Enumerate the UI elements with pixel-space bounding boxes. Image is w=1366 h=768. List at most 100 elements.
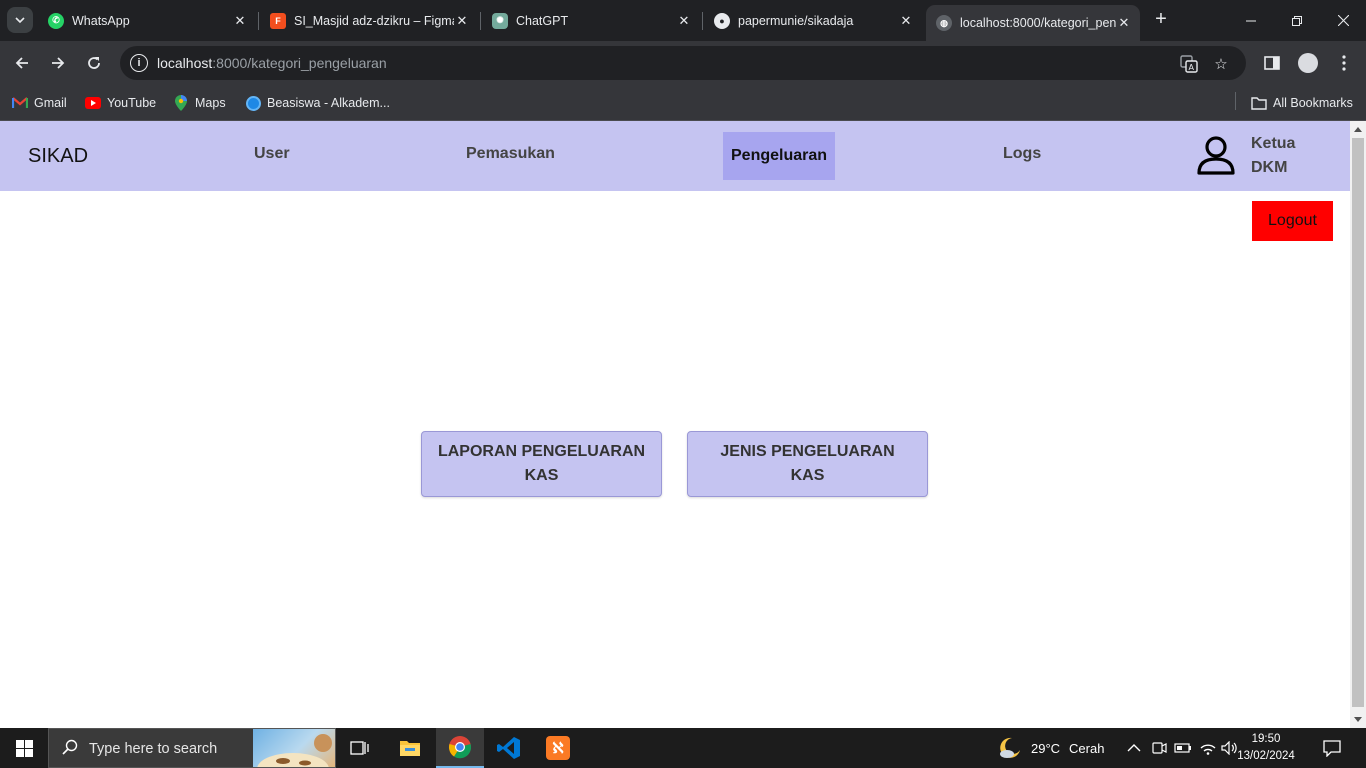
meet-now-icon[interactable] (1151, 728, 1167, 768)
svg-text:A: A (1189, 63, 1195, 72)
page-scrollbar[interactable] (1350, 121, 1366, 728)
scroll-up-arrow-icon[interactable] (1354, 127, 1362, 132)
xampp-app-icon[interactable]: ℵ (534, 728, 582, 768)
side-panel-icon[interactable] (1261, 52, 1283, 74)
tab-divider (258, 12, 259, 30)
button-label-line1: JENIS PENGELUARAN (720, 443, 895, 460)
youtube-icon (85, 95, 101, 111)
address-url[interactable]: localhost:8000/kategori_pengeluaran (157, 55, 387, 71)
minimize-icon[interactable] (1228, 0, 1274, 41)
site-info-icon[interactable]: i (130, 54, 148, 72)
show-hidden-icons-chevron-icon[interactable] (1127, 728, 1141, 768)
clock-date: 13/02/2024 (1237, 750, 1295, 762)
all-bookmarks-label: All Bookmarks (1273, 96, 1353, 110)
taskbar-search-box[interactable]: Type here to search (48, 728, 336, 768)
scroll-down-arrow-icon[interactable] (1354, 717, 1362, 722)
bookmark-label: Gmail (34, 96, 67, 110)
app-navbar: SIKAD User Pemasukan Pengeluaran Logs Ke… (0, 121, 1350, 191)
bookmark-gmail[interactable]: Gmail (12, 93, 67, 113)
browser-toolbar: i localhost:8000/kategori_pengeluaran A … (0, 41, 1366, 85)
vscode-app-icon[interactable] (485, 728, 533, 768)
browser-tab-strip: ✆ WhatsApp ✕ F SI_Masjid adz-dzikru – Fi… (0, 0, 1366, 41)
nav-pengeluaran[interactable]: Pengeluaran (723, 132, 836, 180)
weather-temp: 29°C (1031, 740, 1061, 756)
bookmark-star-icon[interactable]: ☆ (1211, 54, 1231, 74)
user-icon (1197, 136, 1235, 175)
forward-arrow-icon[interactable] (45, 50, 71, 76)
tab-whatsapp[interactable]: ✆ WhatsApp ✕ (38, 0, 256, 41)
bookmark-label: YouTube (107, 96, 157, 110)
tab-github[interactable]: ● papermunie/sikadaja ✕ (704, 0, 922, 41)
bookmark-youtube[interactable]: YouTube (85, 93, 156, 113)
tab-figma[interactable]: F SI_Masjid adz-dzikru – Figma ✕ (260, 0, 478, 41)
beasiswa-icon (245, 95, 261, 111)
button-label-line2: KAS (524, 467, 559, 484)
taskbar-clock[interactable]: 19:50 13/02/2024 (1236, 731, 1296, 765)
folder-icon (1251, 95, 1267, 111)
windows-start-button[interactable] (0, 728, 48, 768)
nav-logs[interactable]: Logs (1003, 145, 1041, 163)
reload-icon[interactable] (81, 50, 107, 76)
tab-search-button[interactable] (7, 7, 33, 33)
url-host: localhost (157, 55, 213, 71)
tab-localhost[interactable]: ◍ localhost:8000/kategori_pengeluaran ✕ (926, 5, 1140, 41)
chevron-down-icon (15, 17, 25, 24)
task-view-icon[interactable] (336, 728, 384, 768)
windows-logo-icon (15, 739, 33, 757)
tab-chatgpt[interactable]: ✺ ChatGPT ✕ (482, 0, 700, 41)
close-icon[interactable]: ✕ (1116, 15, 1132, 31)
search-placeholder: Type here to search (89, 741, 218, 757)
gmail-icon (12, 95, 28, 111)
tab-title: ChatGPT (516, 13, 569, 28)
jenis-pengeluaran-kas-button[interactable]: JENIS PENGELUARAN KAS (687, 431, 928, 497)
profile-avatar[interactable] (1297, 52, 1319, 74)
windows-taskbar: Type here to search ℵ 29°C Cerah 19:50 1… (0, 728, 1366, 768)
maps-icon (173, 95, 189, 111)
new-tab-plus-icon[interactable]: + (1150, 8, 1172, 30)
chatgpt-icon: ✺ (492, 12, 508, 29)
laporan-pengeluaran-kas-button[interactable]: LAPORAN PENGELUARAN KAS (421, 431, 662, 497)
battery-icon[interactable] (1174, 728, 1192, 768)
close-icon[interactable]: ✕ (676, 13, 692, 29)
bookmarks-divider (1235, 92, 1236, 110)
file-explorer-icon[interactable] (386, 728, 434, 768)
restore-icon[interactable] (1274, 0, 1320, 41)
close-icon[interactable]: ✕ (898, 13, 914, 29)
tab-title: SI_Masjid adz-dzikru – Figma (294, 13, 454, 28)
scrollbar-thumb[interactable] (1352, 138, 1364, 707)
nav-user[interactable]: User (254, 145, 290, 163)
close-icon[interactable]: ✕ (232, 13, 248, 29)
clock-time: 19:50 (1251, 733, 1281, 745)
weather-condition: Cerah (1069, 740, 1105, 756)
translate-icon[interactable]: A (1179, 54, 1199, 74)
nav-pemasukan[interactable]: Pemasukan (466, 145, 555, 163)
bookmark-label: Maps (195, 96, 226, 110)
tab-title: papermunie/sikadaja (738, 13, 854, 28)
bookmark-maps[interactable]: Maps (173, 93, 226, 113)
window-close-icon[interactable] (1320, 0, 1366, 41)
app-brand[interactable]: SIKAD (28, 145, 88, 168)
all-bookmarks[interactable]: All Bookmarks (1251, 93, 1353, 113)
back-arrow-icon[interactable] (9, 50, 35, 76)
globe-icon: ◍ (936, 15, 952, 31)
bookmark-label: Beasiswa - Alkadem... (267, 96, 390, 110)
weather-widget[interactable]: 29°C Cerah (998, 728, 1104, 768)
address-bar[interactable]: i localhost:8000/kategori_pengeluaran A … (120, 46, 1246, 80)
wifi-icon[interactable] (1199, 728, 1217, 768)
tab-title: WhatsApp (72, 13, 130, 28)
menu-kebab-icon[interactable] (1333, 52, 1355, 74)
notifications-icon[interactable] (1323, 728, 1341, 768)
bookmarks-bar: Gmail YouTube Maps Beasiswa - Alkadem...… (0, 85, 1366, 121)
user-role-label: Ketua DKM (1251, 132, 1321, 180)
logout-button[interactable]: Logout (1252, 201, 1333, 241)
weather-moon-icon (1000, 737, 1020, 758)
tab-divider (702, 12, 703, 30)
search-icon (62, 739, 78, 759)
search-highlight-illustration (253, 729, 335, 767)
close-icon[interactable]: ✕ (454, 13, 470, 29)
button-label-line2: KAS (790, 467, 825, 484)
bookmark-beasiswa[interactable]: Beasiswa - Alkadem... (245, 93, 390, 113)
chrome-app-icon[interactable] (436, 728, 484, 768)
url-path: :8000/kategori_pengeluaran (212, 55, 387, 71)
figma-icon: F (270, 12, 286, 29)
